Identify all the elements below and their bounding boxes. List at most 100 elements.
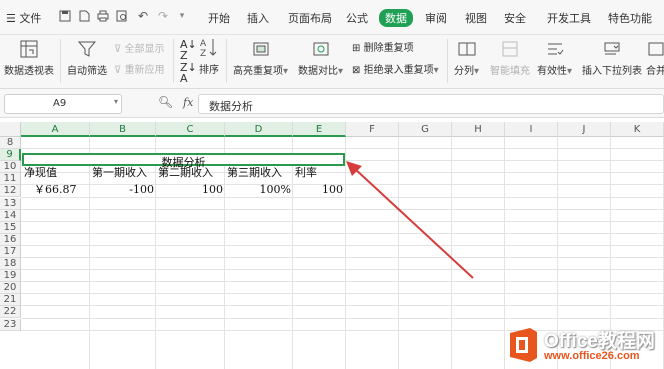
row-header-23[interactable]: 23 [0, 318, 21, 331]
column-header-k[interactable]: K [611, 122, 664, 137]
export-pdf-icon[interactable] [78, 10, 90, 22]
column-header-i[interactable]: I [505, 122, 558, 137]
row-header-21[interactable]: 21 [0, 294, 21, 307]
reject-duplicates-button[interactable]: ⊠ 拒绝录入重复项▾ [352, 61, 439, 76]
file-menu[interactable]: ☰ 文件 [6, 10, 41, 26]
merge-button[interactable]: 合并 [646, 39, 664, 77]
column-header-b[interactable]: B [90, 122, 156, 137]
pivot-table-icon [20, 40, 38, 58]
cell-reference: A9 [53, 98, 67, 109]
undo-icon[interactable]: ↶ [137, 10, 149, 22]
row-header-15[interactable]: 15 [0, 221, 21, 234]
chevron-down-icon[interactable]: ▾ [114, 97, 118, 106]
cell-d10[interactable]: 第三期收入 [227, 167, 282, 179]
column-header-f[interactable]: F [346, 122, 399, 137]
smart-fill-icon [502, 41, 518, 57]
dropdown-list-icon [604, 42, 620, 55]
tab-security[interactable]: 安全 [504, 10, 526, 26]
column-header-a[interactable]: A [21, 122, 90, 137]
formula-content: 数据分析 [209, 100, 253, 113]
highlight-duplicates-button[interactable]: 高亮重复项▾ [233, 39, 288, 77]
tab-home[interactable]: 开始 [208, 10, 230, 26]
cell-d11[interactable]: 100% [225, 184, 291, 196]
merge-label: 合并 [646, 66, 664, 77]
insert-function-button[interactable]: fx [183, 96, 193, 109]
data-compare-icon [313, 42, 329, 56]
redo-icon[interactable]: ↷ [157, 10, 169, 22]
row-header-19[interactable]: 19 [0, 270, 21, 283]
row-header-22[interactable]: 22 [0, 306, 21, 319]
gridline-horizontal [21, 305, 664, 307]
tab-developer[interactable]: 开发工具 [547, 10, 591, 26]
cell-a11[interactable]: ￥66.87 [34, 184, 77, 196]
show-all-label: 全部显示 [124, 44, 165, 55]
split-columns-label: 分列 [454, 66, 474, 77]
row-header-17[interactable]: 17 [0, 245, 21, 258]
quick-access-dropdown-icon[interactable]: ▾ [176, 10, 188, 22]
insert-dropdown-list-button[interactable]: 插入下拉列表 [582, 39, 642, 77]
tab-special-features[interactable]: 特色功能 [608, 10, 652, 26]
show-all-button[interactable]: ⊽ 全部显示 [114, 40, 165, 55]
file-menu-label: 文件 [19, 12, 42, 25]
validity-label: 有效性 [537, 66, 567, 77]
cell-e10[interactable]: 利率 [295, 167, 317, 179]
row-header-18[interactable]: 18 [0, 258, 21, 271]
sort-descending-icon[interactable]: Z↓ A [180, 62, 197, 84]
cell-b11[interactable]: -100 [90, 184, 154, 196]
cell-c11[interactable]: 100 [157, 184, 223, 196]
column-header-h[interactable]: H [452, 122, 505, 137]
row-header-10[interactable]: 10 [0, 161, 21, 174]
column-header-d[interactable]: D [225, 122, 293, 137]
merge-icon [648, 42, 664, 56]
smart-fill-button[interactable]: 智能填充 [490, 39, 530, 77]
tab-formulas[interactable]: 公式 [346, 10, 368, 26]
reapply-label: 重新应用 [124, 65, 165, 76]
cell-a10[interactable]: 净现值 [24, 167, 57, 179]
cell-b10[interactable]: 第一期收入 [92, 167, 147, 179]
validity-button[interactable]: 有效性▾ [537, 39, 572, 77]
row-header-13[interactable]: 13 [0, 197, 21, 210]
sort-button[interactable]: AZ 排序 [198, 36, 220, 76]
print-preview-icon[interactable] [116, 10, 128, 22]
highlight-duplicates-icon [253, 42, 269, 56]
select-all-corner[interactable] [0, 122, 21, 137]
column-header-g[interactable]: G [399, 122, 452, 137]
merged-cell-a9-e9[interactable]: 数据分析 [22, 153, 345, 169]
row-header-16[interactable]: 16 [0, 233, 21, 246]
sort-ascending-icon[interactable]: A↓ Z [180, 39, 197, 61]
column-header-c[interactable]: C [156, 122, 225, 137]
name-box[interactable]: A9 ▾ [4, 94, 122, 114]
column-header-j[interactable]: J [558, 122, 611, 137]
pivot-table-button[interactable]: 数据透视表 [4, 39, 54, 77]
gridline-horizontal [21, 317, 664, 319]
watermark-brand: Office教程网 [544, 331, 655, 352]
autofilter-button[interactable]: 自动筛选 [67, 39, 107, 77]
reapply-button[interactable]: ⊽ 重新应用 [114, 61, 165, 76]
remove-duplicates-button[interactable]: ⊞ 删除重复项 [352, 39, 414, 54]
row-header-12[interactable]: 12 [0, 185, 21, 198]
find-icon[interactable]: 🔍︎ [158, 95, 173, 109]
tab-review[interactable]: 审阅 [425, 10, 447, 26]
tab-data[interactable]: 数据 [379, 9, 413, 27]
row-header-14[interactable]: 14 [0, 209, 21, 222]
reject-duplicates-label: 拒绝录入重复项 [363, 65, 434, 76]
tab-view[interactable]: 视图 [465, 10, 487, 26]
smart-fill-label: 智能填充 [490, 66, 530, 77]
tab-page-layout[interactable]: 页面布局 [288, 10, 332, 26]
tab-insert[interactable]: 插入 [247, 10, 269, 26]
save-icon[interactable] [59, 10, 71, 22]
sort-icon: AZ [200, 39, 217, 58]
cell-e11[interactable]: 100 [293, 184, 343, 196]
row-header-9[interactable]: 9 [0, 149, 21, 162]
row-header-20[interactable]: 20 [0, 282, 21, 295]
sort-label: 排序 [199, 65, 219, 76]
row-header-8[interactable]: 8 [0, 137, 21, 150]
row-header-11[interactable]: 11 [0, 173, 21, 186]
gridline-horizontal [21, 293, 664, 295]
data-compare-button[interactable]: 数据对比▾ [298, 39, 343, 77]
print-icon[interactable] [97, 10, 109, 22]
formula-input[interactable]: 数据分析 [198, 94, 664, 114]
cell-c10[interactable]: 第二期收入 [158, 167, 213, 179]
split-columns-button[interactable]: 分列▾ [454, 39, 479, 77]
column-header-e[interactable]: E [293, 122, 346, 137]
